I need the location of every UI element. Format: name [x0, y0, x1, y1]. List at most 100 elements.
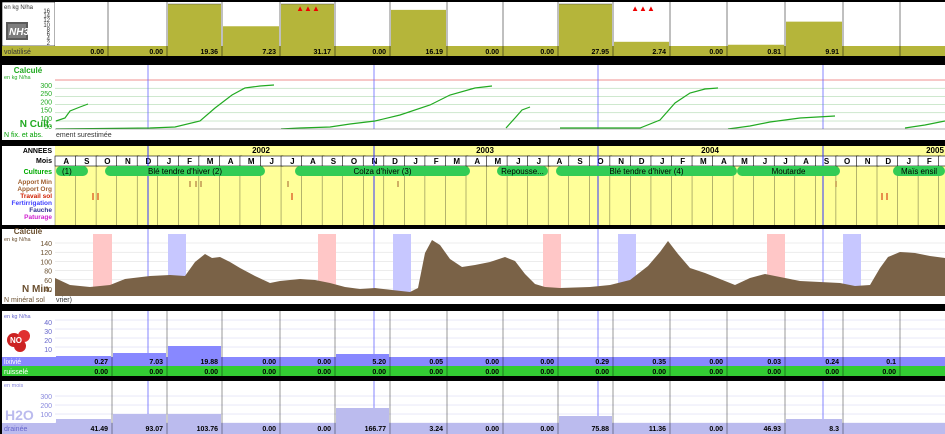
nh3-unit: en kg N/ha	[4, 5, 34, 11]
draine-value: 46.93	[763, 426, 781, 433]
no3-tick: 30	[44, 329, 52, 336]
no3-bar	[56, 356, 111, 357]
nh3-value: 0.81	[767, 49, 781, 56]
calendar-month-label: D	[639, 157, 645, 166]
h2o-bar	[56, 419, 111, 423]
nh3-value: 31.17	[313, 49, 331, 56]
calendar-month-label: F	[927, 157, 932, 166]
nmin-tick: 120	[40, 250, 52, 257]
lixivie-value: 19.88	[200, 359, 218, 366]
ruissele-value: 0.00	[429, 369, 443, 376]
nmin-band	[393, 234, 411, 296]
calendar-month-label: A	[557, 157, 563, 166]
h2o-bar	[336, 408, 389, 423]
lixivie-value: 0.00	[262, 359, 276, 366]
ncult-tick: 150	[40, 108, 52, 115]
crop-label: Moutarde	[772, 167, 806, 176]
lixivie-value: 0.00	[540, 359, 554, 366]
calendar-month-label: J	[516, 157, 520, 166]
calendar-month-label: F	[680, 157, 685, 166]
calendar-year-2003: 2003	[476, 146, 494, 155]
ncult-footer-label: N fix. et abs.	[4, 132, 43, 139]
h2o-tick: 300	[40, 394, 52, 401]
calendar-month-label: S	[824, 157, 830, 166]
ncult-curve	[560, 87, 719, 129]
panel-separator	[0, 56, 945, 65]
nmin-footer-label: N minéral sol	[4, 297, 45, 304]
ruissele-value: 0.00	[94, 369, 108, 376]
calendar-month-label: A	[803, 157, 809, 166]
nh3-value: 0.00	[485, 49, 499, 56]
ruissele-value: 0.00	[767, 369, 781, 376]
nmin-tick: 100	[40, 259, 52, 266]
no3-unit: en kg N/ha	[4, 314, 32, 320]
calendar-month-label: N	[372, 157, 378, 166]
h2o-unit: en mois	[4, 383, 24, 389]
draine-value: 0.00	[262, 426, 276, 433]
ncult-curve	[505, 106, 531, 129]
lixivie-value: 0.27	[94, 359, 108, 366]
calendar-month-label: A	[310, 157, 316, 166]
calendar-month-label: F	[434, 157, 439, 166]
calendar-month-cell	[938, 155, 945, 167]
ruissele-value: 0.00	[149, 369, 163, 376]
nh3-bar	[559, 4, 612, 46]
calendar-row-mois: Mois	[36, 158, 52, 165]
calendar-month-label: M	[700, 157, 707, 166]
calendar-month-label: F	[187, 157, 192, 166]
calendar-month-label: J	[413, 157, 417, 166]
nh3-value: 2.74	[652, 49, 666, 56]
lixivie-value: 0.24	[825, 359, 839, 366]
nmin-footer-note: vrier)	[56, 297, 72, 304]
lixivie-value: 0.03	[767, 359, 781, 366]
calendar-month-label: S	[577, 157, 583, 166]
calendar-month-label: J	[537, 157, 541, 166]
calendar-month-label: A	[721, 157, 727, 166]
lixivie-row	[2, 357, 945, 366]
h2o-tick: 100	[40, 412, 52, 419]
no3-bar	[336, 354, 389, 357]
calendar-row-annees: ANNEES	[23, 148, 53, 155]
calendar-month-label: J	[907, 157, 911, 166]
nh3-symbol: NH3	[9, 27, 29, 38]
calendar-month-label: J	[763, 157, 767, 166]
draine-value: 11.36	[649, 426, 666, 433]
calendar-legend-1: Apport Org	[17, 186, 52, 193]
draine-value: 75.88	[591, 426, 609, 433]
draine-value: 166.77	[365, 426, 387, 433]
calendar-month-label: M	[207, 157, 214, 166]
calendar-month-label: N	[865, 157, 871, 166]
nmin-tick: 140	[40, 241, 52, 248]
h2o-symbol: H2O	[5, 407, 34, 423]
ruissele-value: 0.00	[825, 369, 839, 376]
nitrogen-balance-chart: NH3en kg N/ha161412108642▲▲▲ ▲▲▲volatilis…	[0, 0, 945, 434]
draine-value: 0.00	[485, 426, 499, 433]
draine-value: 0.00	[317, 426, 331, 433]
calendar-month-label: O	[104, 157, 110, 166]
calendar-legend-5: Paturage	[24, 214, 52, 221]
nh3-value: 0.00	[709, 49, 723, 56]
no3-bar	[113, 353, 166, 357]
ncult-curve	[280, 85, 493, 130]
lixivie-value: 0.29	[595, 359, 609, 366]
draine-value: 8.3	[829, 426, 839, 433]
ncult-curve	[727, 115, 836, 130]
nh3-bar	[223, 26, 279, 46]
crop-label: Repousse...	[501, 167, 544, 176]
ncult-label: N Cult.	[20, 119, 52, 130]
no3-tick: 10	[44, 347, 52, 354]
nh3-value: 7.23	[262, 49, 276, 56]
draine-label: drainée	[4, 426, 27, 433]
ncult-unit: en kg N/ha	[4, 75, 32, 81]
ruissele-value: 0.00	[652, 369, 666, 376]
nmin-area	[55, 240, 945, 296]
lixivie-value: 0.00	[485, 359, 499, 366]
calendar-month-label: A	[474, 157, 480, 166]
h2o-bar	[113, 414, 166, 423]
no3-tick: 40	[44, 320, 52, 327]
nh3-bar	[728, 44, 784, 46]
ruissele-value: 0.00	[204, 369, 218, 376]
nmin-title: Calculé	[14, 227, 43, 236]
calendar-legend-3: Fertirrigation	[12, 200, 52, 207]
crop-label: (1)	[62, 167, 72, 176]
